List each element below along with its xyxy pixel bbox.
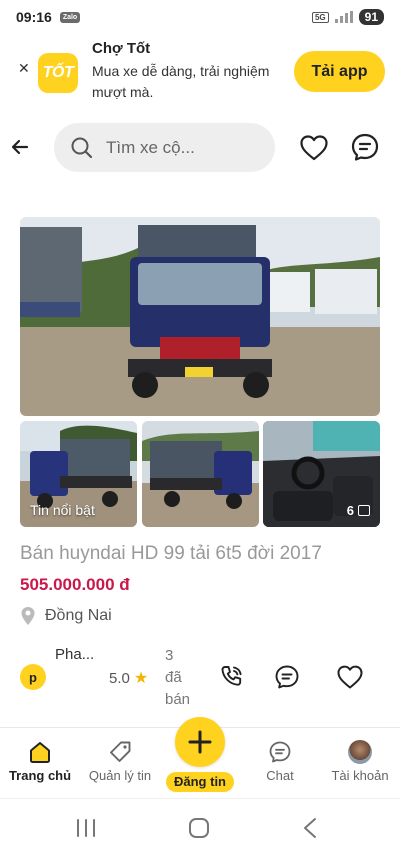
- app-download-banner: ✕ TỐT Chợ Tốt Mua xe dễ dàng, trải nghiệ…: [0, 34, 400, 114]
- post-listing-label[interactable]: Đăng tin: [166, 772, 234, 792]
- photo-thumbnail[interactable]: [142, 421, 259, 527]
- nav-home[interactable]: Trang chủ: [0, 740, 80, 783]
- chotot-logo: TỐT: [38, 53, 78, 93]
- photo-thumbnail[interactable]: 6: [263, 421, 380, 527]
- main-listing-photo[interactable]: [20, 217, 380, 416]
- seller-name[interactable]: Pha...: [55, 646, 94, 663]
- sold-count-value: 3: [165, 647, 174, 664]
- rating-value: 5.0: [109, 669, 130, 687]
- truck-photo: [20, 217, 380, 416]
- location-text: Đồng Nai: [45, 607, 112, 624]
- banner-text: Chợ Tốt Mua xe dễ dàng, trải nghiệm mượt…: [92, 40, 282, 103]
- sold-count: 3 đã bán: [165, 645, 205, 711]
- seller-chat-icon[interactable]: [274, 664, 300, 690]
- home-button-icon[interactable]: [188, 817, 210, 839]
- seller-avatar[interactable]: p: [20, 664, 46, 690]
- sold-label-line2: bán: [165, 691, 191, 708]
- star-icon: ★: [133, 670, 149, 687]
- listing-price: 505.000.000 đ: [20, 575, 130, 594]
- nav-manage-listings[interactable]: Quản lý tin: [80, 740, 160, 783]
- system-back-icon[interactable]: [302, 817, 318, 839]
- photo-count: 6: [347, 503, 370, 518]
- nav-account-label: Tài khoản: [331, 768, 389, 783]
- gallery-icon: [358, 505, 370, 516]
- chat-icon: [269, 741, 291, 763]
- nav-chat-label: Chat: [266, 768, 294, 783]
- recent-apps-icon[interactable]: [75, 819, 97, 837]
- nav-account[interactable]: Tài khoản: [320, 740, 400, 783]
- saved-heart-icon[interactable]: [299, 134, 329, 162]
- signal-icon: [334, 11, 353, 23]
- status-indicators: 5G 91: [311, 9, 384, 25]
- banner-app-name: Chợ Tốt: [92, 40, 151, 57]
- chat-icon[interactable]: [350, 132, 380, 162]
- status-bar: 09:16 Zalo 5G 91: [0, 0, 400, 34]
- page: 09:16 Zalo 5G 91 ✕ TỐT Chợ Tốt Mua xe dễ…: [0, 0, 400, 858]
- account-avatar: [348, 740, 372, 764]
- battery-icon: 91: [358, 9, 384, 25]
- download-app-button[interactable]: Tải app: [294, 51, 385, 92]
- nav-home-label: Trang chủ: [8, 768, 72, 783]
- banner-description: Mua xe dễ dàng, trải nghiệm mượt mà.: [92, 63, 270, 100]
- tag-icon: [110, 741, 131, 762]
- home-icon: [30, 742, 50, 763]
- seller-rating: 5.0 ★: [109, 668, 148, 688]
- search-header: Tìm xe cộ...: [0, 122, 400, 174]
- call-icon[interactable]: [219, 664, 245, 690]
- listing-title: Bán huyndai HD 99 tải 6t5 đời 2017: [20, 543, 322, 564]
- post-listing-button[interactable]: [175, 717, 225, 767]
- search-input[interactable]: Tìm xe cộ...: [54, 123, 275, 172]
- nav-manage-label: Quản lý tin: [88, 768, 152, 783]
- search-icon: [71, 137, 93, 158]
- plus-icon: [188, 730, 212, 754]
- truck-side-photo: [142, 421, 259, 527]
- nav-chat[interactable]: Chat: [240, 740, 320, 783]
- favorite-heart-icon[interactable]: [336, 664, 364, 690]
- listing-location: Đồng Nai: [20, 606, 112, 626]
- system-navigation-bar: [0, 798, 400, 858]
- back-arrow-icon[interactable]: [10, 135, 30, 159]
- location-pin-icon: [21, 607, 35, 625]
- search-placeholder: Tìm xe cộ...: [106, 137, 195, 157]
- close-icon[interactable]: ✕: [18, 60, 30, 77]
- network-type: 5G: [311, 11, 329, 23]
- featured-badge: Tin nổi bật: [30, 502, 95, 518]
- photo-count-value: 6: [346, 503, 354, 518]
- status-time: 09:16: [16, 9, 52, 25]
- sold-label-line1: đã: [165, 669, 182, 686]
- zalo-notification-icon: Zalo: [59, 11, 81, 23]
- bottom-nav: Trang chủ Quản lý tin Đăng tin Chat Tài …: [0, 717, 400, 798]
- photo-thumbnail[interactable]: Tin nổi bật: [20, 421, 137, 527]
